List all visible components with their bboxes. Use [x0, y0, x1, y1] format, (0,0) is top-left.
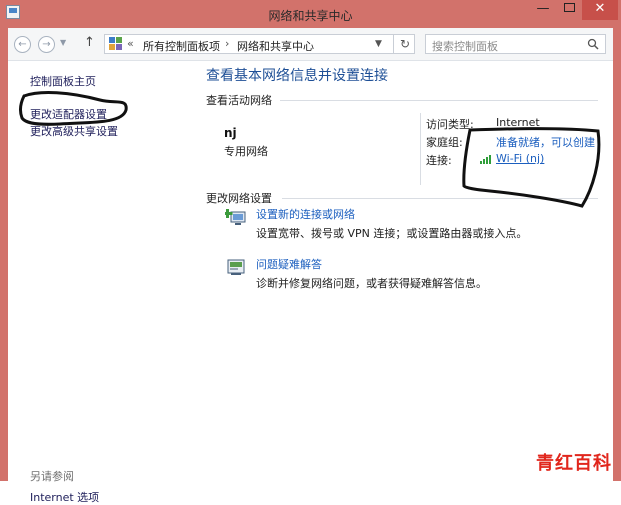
close-icon: ✕ [594, 1, 606, 16]
window: 网络和共享中心 — ✕ ← → ▼ ↑ « 所有控制面板项 › 网络和共享中心 … [0, 0, 621, 504]
left-navigation-pane: 控制面板主页 更改适配器设置 更改高级共享设置 另请参阅 Internet 选项 [8, 61, 198, 504]
troubleshoot-icon [227, 259, 245, 275]
section-divider [282, 198, 598, 199]
wifi-signal-icon [480, 155, 491, 164]
back-button[interactable]: ← [14, 36, 31, 53]
breadcrumb-all-items[interactable]: 所有控制面板项 [143, 38, 220, 54]
change-settings-heading: 更改网络设置 [206, 192, 272, 205]
back-arrow-icon: ← [18, 39, 27, 50]
change-advanced-sharing-link[interactable]: 更改高级共享设置 [30, 123, 118, 139]
window-client-area: ← → ▼ ↑ « 所有控制面板项 › 网络和共享中心 ▼ ↻ 搜索控制面板 控… [8, 28, 613, 504]
setup-new-connection-link[interactable]: 设置新的连接或网络 [256, 206, 355, 222]
network-category: 专用网络 [224, 145, 268, 158]
forward-arrow-icon: → [42, 39, 51, 50]
up-arrow-icon: ↑ [84, 35, 95, 50]
up-button[interactable]: ↑ [84, 35, 95, 50]
address-bar[interactable]: « 所有控制面板项 › 网络和共享中心 ▼ ↻ [104, 34, 415, 54]
connections-label: 连接: [426, 154, 452, 167]
minimize-icon: — [536, 1, 550, 16]
refresh-button[interactable]: ↻ [393, 34, 416, 54]
title-bar[interactable]: 网络和共享中心 — ✕ [0, 0, 621, 28]
homegroup-status-link[interactable]: 准备就绪，可以创建 [496, 134, 595, 150]
search-input[interactable]: 搜索控制面板 [425, 34, 606, 54]
address-dropdown-button[interactable]: ▼ [375, 39, 382, 49]
main-content: 查看基本网络信息并设置连接 查看活动网络 nj 专用网络 访问类型: Inter… [198, 61, 613, 481]
wifi-connection-link[interactable]: Wi-Fi (nj) [496, 152, 544, 165]
new-connection-icon [225, 209, 246, 225]
troubleshoot-link[interactable]: 问题疑难解答 [256, 256, 322, 272]
network-name: nj [224, 126, 237, 140]
active-networks-heading: 查看活动网络 [206, 94, 272, 107]
homegroup-label: 家庭组: [426, 136, 463, 149]
recent-locations-button[interactable]: ▼ [60, 38, 66, 47]
close-button[interactable]: ✕ [582, 0, 618, 20]
access-type-label: 访问类型: [426, 118, 474, 131]
internet-options-link[interactable]: Internet 选项 [30, 489, 99, 505]
chevron-down-icon: ▼ [375, 39, 382, 49]
see-also-heading: 另请参阅 [30, 470, 74, 483]
control-panel-home-link[interactable]: 控制面板主页 [30, 73, 96, 89]
access-type-value: Internet [496, 116, 540, 129]
window-title: 网络和共享中心 [268, 9, 353, 23]
page-title: 查看基本网络信息并设置连接 [206, 68, 388, 84]
control-panel-icon [109, 37, 123, 51]
navigation-bar: ← → ▼ ↑ « 所有控制面板项 › 网络和共享中心 ▼ ↻ 搜索控制面板 [8, 28, 613, 61]
maximize-icon [563, 3, 575, 12]
breadcrumb-separator[interactable]: › [225, 37, 229, 50]
address-overflow-chevron[interactable]: « [127, 37, 134, 50]
section-divider [280, 100, 598, 101]
setup-new-connection-description: 设置宽带、拨号或 VPN 连接；或设置路由器或接入点。 [256, 227, 528, 240]
search-placeholder: 搜索控制面板 [432, 40, 498, 53]
properties-divider [420, 113, 421, 185]
minimize-button[interactable]: — [530, 0, 556, 20]
site-watermark: 青红百科 [536, 453, 612, 474]
change-adapter-settings-link[interactable]: 更改适配器设置 [30, 106, 107, 122]
search-icon [587, 38, 599, 50]
refresh-icon: ↻ [399, 37, 411, 51]
maximize-button[interactable] [556, 0, 582, 20]
breadcrumb-network-center[interactable]: 网络和共享中心 [237, 38, 314, 54]
chevron-down-icon: ▼ [60, 38, 67, 47]
troubleshoot-description: 诊断并修复网络问题，或者获得疑难解答信息。 [256, 277, 487, 290]
forward-button[interactable]: → [38, 36, 55, 53]
